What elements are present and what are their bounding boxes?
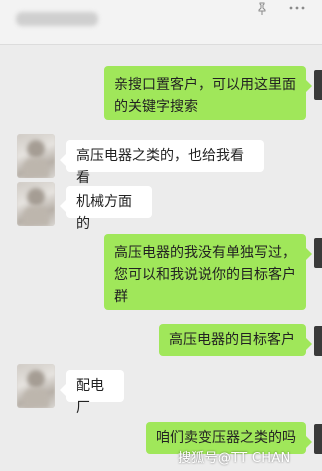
contact-avatar [17,182,55,226]
contact-avatar [17,364,55,408]
chat-header [0,0,322,45]
self-avatar [314,238,322,268]
message-bubble-incoming[interactable]: 机械方面的 [60,186,152,232]
contact-name-blurred [16,12,98,26]
message-bubble-outgoing[interactable]: 高压电器的我没有单独写过， 您可以和我说说你的目标客户 群 [104,234,312,310]
contact-avatar [17,134,55,178]
watermark-text: 搜狐号@TT CHAN [178,451,291,466]
self-avatar [314,326,322,356]
message-bubble-outgoing[interactable]: 亲搜口置客户，可以用这里面 的关键字搜索 [104,66,312,120]
pin-icon[interactable] [255,2,269,16]
message-bubble-outgoing[interactable]: 高压电器的目标客户 [159,324,312,356]
self-avatar [314,70,322,100]
message-bubble-incoming[interactable]: 配电厂 [60,370,124,416]
more-icon[interactable] [288,4,306,12]
message-bubble-incoming[interactable]: 高压电器之类的，也给我看看 [60,140,264,186]
self-avatar [314,424,322,454]
